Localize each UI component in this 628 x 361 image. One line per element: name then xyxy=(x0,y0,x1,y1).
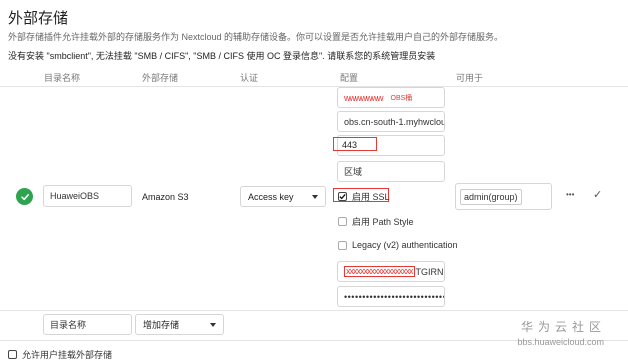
secret-key-value: •••••••••••••••••••••••••••••••••• xyxy=(344,291,444,302)
legacy-auth-checkbox[interactable]: Legacy (v2) authentication xyxy=(338,240,458,250)
status-ok-icon xyxy=(16,188,33,205)
checkbox-checked-icon xyxy=(338,192,347,201)
legacy-auth-label: Legacy (v2) authentication xyxy=(352,240,458,250)
path-style-label: 启用 Path Style xyxy=(352,217,414,227)
chevron-down-icon xyxy=(312,194,318,199)
page-title: 外部存储 xyxy=(8,10,69,27)
page-description: 外部存储插件允许挂载外部的存储服务作为 Nextcloud 的辅助存储设备。你可… xyxy=(8,32,504,42)
allow-user-mount-label: 允许用户挂载外部存储 xyxy=(22,350,113,360)
add-storage-label: 增加存储 xyxy=(143,320,180,330)
access-key-suffix: TGIRNL xyxy=(415,266,445,277)
secret-key-input[interactable]: •••••••••••••••••••••••••••••••••• xyxy=(337,286,445,307)
bucket-masked-value: wwwwwww xyxy=(344,92,383,103)
auth-select[interactable]: Access key xyxy=(240,186,326,207)
header-external-storage: 外部存储 xyxy=(142,73,179,83)
region-placeholder: 区域 xyxy=(344,167,363,177)
group-tag[interactable]: admin(group) xyxy=(460,188,522,205)
smbclient-warning: 没有安装 "smbclient", 无法挂载 "SMB / CIFS", "SM… xyxy=(8,51,436,61)
bucket-input[interactable]: wwwwwww OBS桶 xyxy=(337,87,445,108)
access-key-masked-value: xxxxxxxxxxxxxxxxxxx xyxy=(344,266,415,277)
storage-type: Amazon S3 xyxy=(142,192,189,202)
checkbox-icon xyxy=(338,217,347,226)
hostname-value: obs.cn-south-1.myhwclouc xyxy=(344,116,445,127)
folder-name-input[interactable]: HuaweiOBS xyxy=(43,185,132,207)
header-available-for: 可用于 xyxy=(456,73,484,83)
access-key-input[interactable]: xxxxxxxxxxxxxxxxxxx TGIRNL xyxy=(337,261,445,282)
add-storage-select[interactable]: 增加存储 xyxy=(135,314,224,335)
save-check-icon[interactable]: ✓ xyxy=(593,188,602,201)
checkbox-icon xyxy=(338,240,347,250)
watermark-en: bbs.huaweicloud.com xyxy=(517,337,604,347)
new-folder-name-input[interactable]: 目录名称 xyxy=(43,314,132,335)
row-divider xyxy=(0,310,628,311)
enable-ssl-label: 启用 SSL xyxy=(352,192,390,202)
more-actions-icon[interactable]: ••• xyxy=(566,190,574,199)
region-input[interactable]: 区域 xyxy=(337,161,445,182)
header-folder-name: 目录名称 xyxy=(44,73,81,83)
header-authentication: 认证 xyxy=(240,73,259,83)
checkbox-checked-icon xyxy=(8,350,17,359)
header-configuration: 配置 xyxy=(340,73,359,83)
enable-ssl-checkbox[interactable]: 启用 SSL xyxy=(338,190,390,203)
bucket-annotation: OBS桶 xyxy=(390,94,413,102)
port-value: 443 xyxy=(342,140,358,150)
hostname-input[interactable]: obs.cn-south-1.myhwclouc xyxy=(337,111,445,132)
auth-select-value: Access key xyxy=(248,191,294,202)
chevron-down-icon xyxy=(210,322,216,327)
available-for-field[interactable]: admin(group) xyxy=(455,183,552,210)
watermark-cn: 华为云社区 xyxy=(520,320,606,334)
new-folder-placeholder: 目录名称 xyxy=(50,320,87,330)
folder-name-value: HuaweiOBS xyxy=(50,191,100,201)
allow-user-mount-checkbox[interactable]: 允许用户挂载外部存储 xyxy=(8,348,112,361)
path-style-checkbox[interactable]: 启用 Path Style xyxy=(338,215,414,228)
header-divider xyxy=(0,86,628,87)
